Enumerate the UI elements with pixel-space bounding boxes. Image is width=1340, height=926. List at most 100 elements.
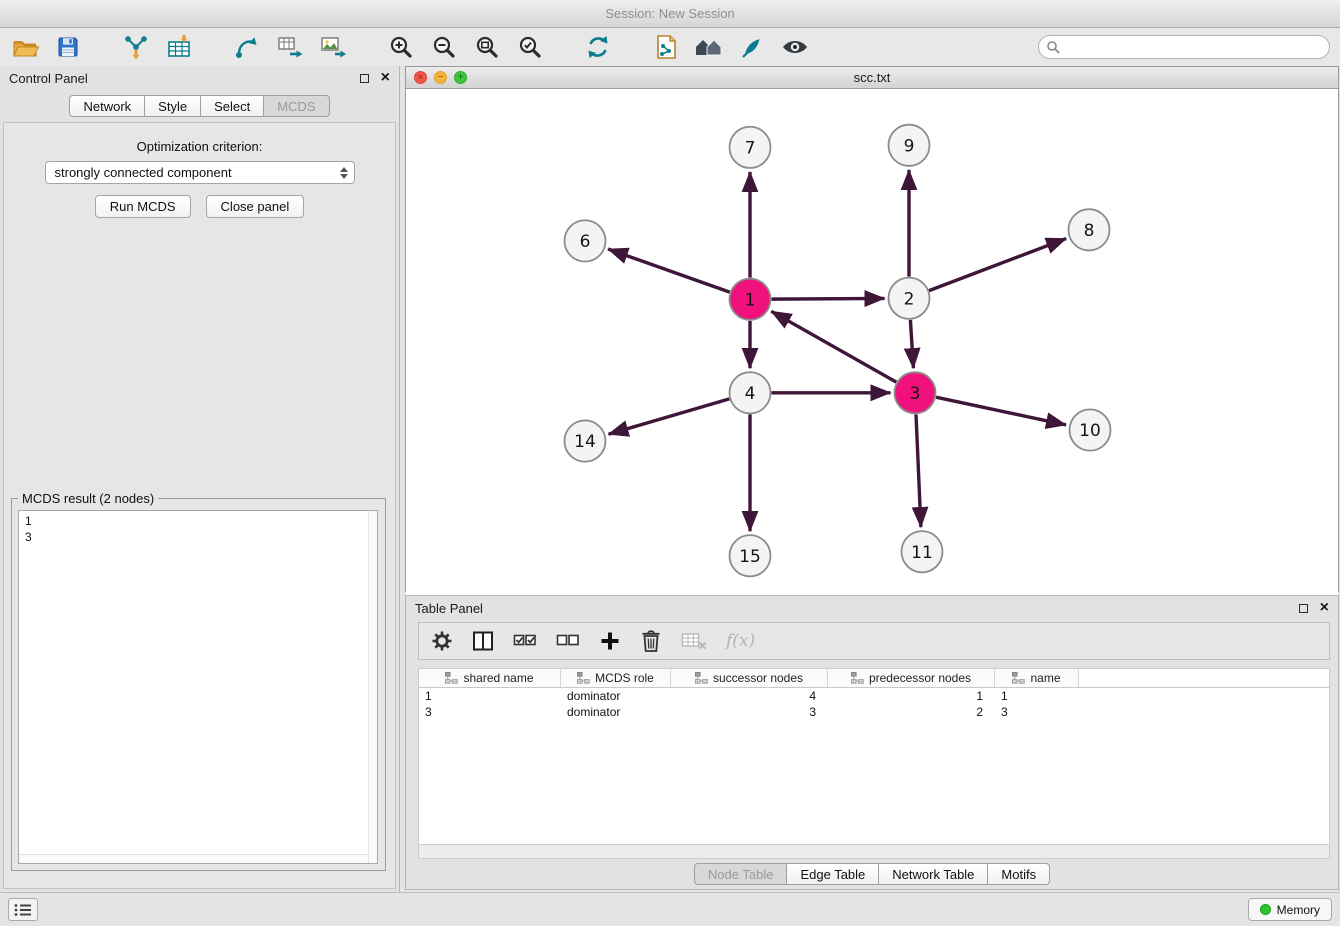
delete-column-icon[interactable]: [681, 630, 707, 652]
zoom-fit-icon[interactable]: [472, 32, 502, 62]
table-row[interactable]: 3dominator323: [419, 704, 1329, 720]
network-window-title: scc.txt: [854, 70, 891, 85]
close-window-icon[interactable]: ×: [414, 71, 427, 84]
gear-icon[interactable]: [431, 630, 453, 652]
minimize-window-icon[interactable]: −: [434, 71, 447, 84]
table-cell[interactable]: 4: [671, 689, 828, 703]
column-header-shared-name[interactable]: shared name: [419, 669, 561, 687]
copy-view-icon[interactable]: [651, 32, 681, 62]
tab-select[interactable]: Select: [201, 95, 264, 117]
table-hscrollbar[interactable]: [418, 845, 1330, 859]
search-input[interactable]: [1038, 35, 1330, 59]
table-cell[interactable]: dominator: [561, 705, 671, 719]
column-header-MCDS-role[interactable]: MCDS role: [561, 669, 671, 687]
criterion-value: strongly connected component: [55, 165, 232, 180]
graph-edge-3-1[interactable]: [771, 311, 896, 382]
table-row[interactable]: 1dominator411: [419, 688, 1329, 704]
optimization-label: Optimization criterion:: [4, 139, 395, 154]
network-canvas-svg[interactable]: 7 9 6 8 1 2 4 3 14 10 15 11: [406, 89, 1338, 595]
node-table-header: shared nameMCDS rolesuccessor nodesprede…: [419, 669, 1329, 688]
graph-node-2[interactable]: 2: [889, 278, 930, 319]
task-history-button[interactable]: [8, 898, 38, 921]
svg-text:6: 6: [580, 232, 591, 252]
graph-edge-2-3[interactable]: [910, 320, 913, 368]
table-cell[interactable]: 1: [995, 689, 1079, 703]
tab-network-table[interactable]: Network Table: [879, 863, 988, 885]
graph-node-9[interactable]: 9: [889, 125, 930, 166]
table-cell[interactable]: 3: [419, 705, 561, 719]
table-panel-header: Table Panel: [406, 596, 1338, 620]
first-neighbors-icon[interactable]: [694, 32, 724, 62]
graph-node-8[interactable]: 8: [1069, 209, 1110, 250]
zoom-out-icon[interactable]: [429, 32, 459, 62]
deselect-all-icon[interactable]: [556, 631, 580, 651]
close-panel-icon[interactable]: [381, 70, 390, 86]
result-hscrollbar[interactable]: [19, 854, 368, 863]
graph-edge-3-10[interactable]: [936, 397, 1066, 425]
graph-edge-1-2[interactable]: [772, 298, 885, 299]
result-line: 1: [25, 513, 377, 529]
tab-network[interactable]: Network: [69, 95, 145, 117]
graph-node-3[interactable]: 3: [895, 372, 936, 413]
graph-node-15[interactable]: 15: [730, 535, 771, 576]
open-file-icon[interactable]: [10, 32, 40, 62]
network-window: ×−+ scc.txt 7 9 6 8 1 2 4 3 14 10 15 11: [405, 66, 1339, 592]
table-cell[interactable]: 3: [671, 705, 828, 719]
close-panel-button[interactable]: Close panel: [206, 195, 305, 218]
columns-icon[interactable]: [472, 630, 494, 652]
add-icon[interactable]: [599, 630, 621, 652]
import-network-file-icon[interactable]: [121, 32, 151, 62]
zoom-in-icon[interactable]: [386, 32, 416, 62]
tab-node-table[interactable]: Node Table: [694, 863, 788, 885]
import-table-file-icon[interactable]: [164, 32, 194, 62]
column-header-predecessor-nodes[interactable]: predecessor nodes: [828, 669, 995, 687]
graph-node-14[interactable]: 14: [565, 420, 606, 461]
show-hide-icon[interactable]: [780, 32, 810, 62]
float-panel-icon[interactable]: [360, 74, 369, 83]
network-canvas[interactable]: 7 9 6 8 1 2 4 3 14 10 15 11: [406, 89, 1338, 595]
table-cell[interactable]: 2: [828, 705, 995, 719]
tab-edge-table[interactable]: Edge Table: [787, 863, 879, 885]
graph-node-7[interactable]: 7: [730, 127, 771, 168]
run-mcds-button[interactable]: Run MCDS: [95, 195, 191, 218]
graph-node-11[interactable]: 11: [902, 531, 943, 572]
table-cell[interactable]: 3: [995, 705, 1079, 719]
annotation-icon[interactable]: [737, 32, 767, 62]
criterion-dropdown[interactable]: strongly connected component: [45, 161, 355, 184]
export-image-icon[interactable]: [318, 32, 348, 62]
graph-node-1[interactable]: 1: [730, 279, 771, 320]
zoom-window-icon[interactable]: +: [454, 71, 467, 84]
table-tabs: Node TableEdge TableNetwork TableMotifs: [406, 859, 1338, 889]
graph-node-6[interactable]: 6: [565, 220, 606, 261]
network-window-titlebar[interactable]: ×−+ scc.txt: [406, 67, 1338, 89]
trash-icon[interactable]: [640, 629, 662, 653]
table-cell[interactable]: 1: [828, 689, 995, 703]
graph-edge-4-14[interactable]: [609, 399, 730, 434]
memory-button[interactable]: Memory: [1248, 898, 1332, 921]
graph-edge-3-11[interactable]: [916, 414, 921, 527]
network-table-icon[interactable]: [275, 32, 305, 62]
tab-motifs[interactable]: Motifs: [988, 863, 1050, 885]
close-table-panel-icon[interactable]: [1320, 600, 1329, 616]
zoom-selected-icon[interactable]: [515, 32, 545, 62]
graph-node-4[interactable]: 4: [730, 372, 771, 413]
refresh-icon[interactable]: [583, 32, 613, 62]
result-vscrollbar[interactable]: [368, 511, 377, 863]
new-network-icon[interactable]: [232, 32, 262, 62]
column-header-name[interactable]: name: [995, 669, 1079, 687]
svg-text:1: 1: [745, 290, 756, 310]
table-cell[interactable]: dominator: [561, 689, 671, 703]
fx-icon[interactable]: f(x): [726, 631, 755, 651]
graph-edge-1-6[interactable]: [608, 249, 730, 292]
graph-edge-2-8[interactable]: [929, 239, 1066, 291]
select-all-icon[interactable]: [513, 631, 537, 651]
float-table-panel-icon[interactable]: [1299, 604, 1308, 613]
column-header-successor-nodes[interactable]: successor nodes: [671, 669, 828, 687]
tab-mcds[interactable]: MCDS: [264, 95, 329, 117]
save-icon[interactable]: [53, 32, 83, 62]
graph-node-10[interactable]: 10: [1070, 409, 1111, 450]
svg-text:8: 8: [1084, 221, 1095, 241]
control-panel-tabs: NetworkStyleSelectMCDS: [0, 95, 399, 117]
tab-style[interactable]: Style: [145, 95, 201, 117]
table-cell[interactable]: 1: [419, 689, 561, 703]
